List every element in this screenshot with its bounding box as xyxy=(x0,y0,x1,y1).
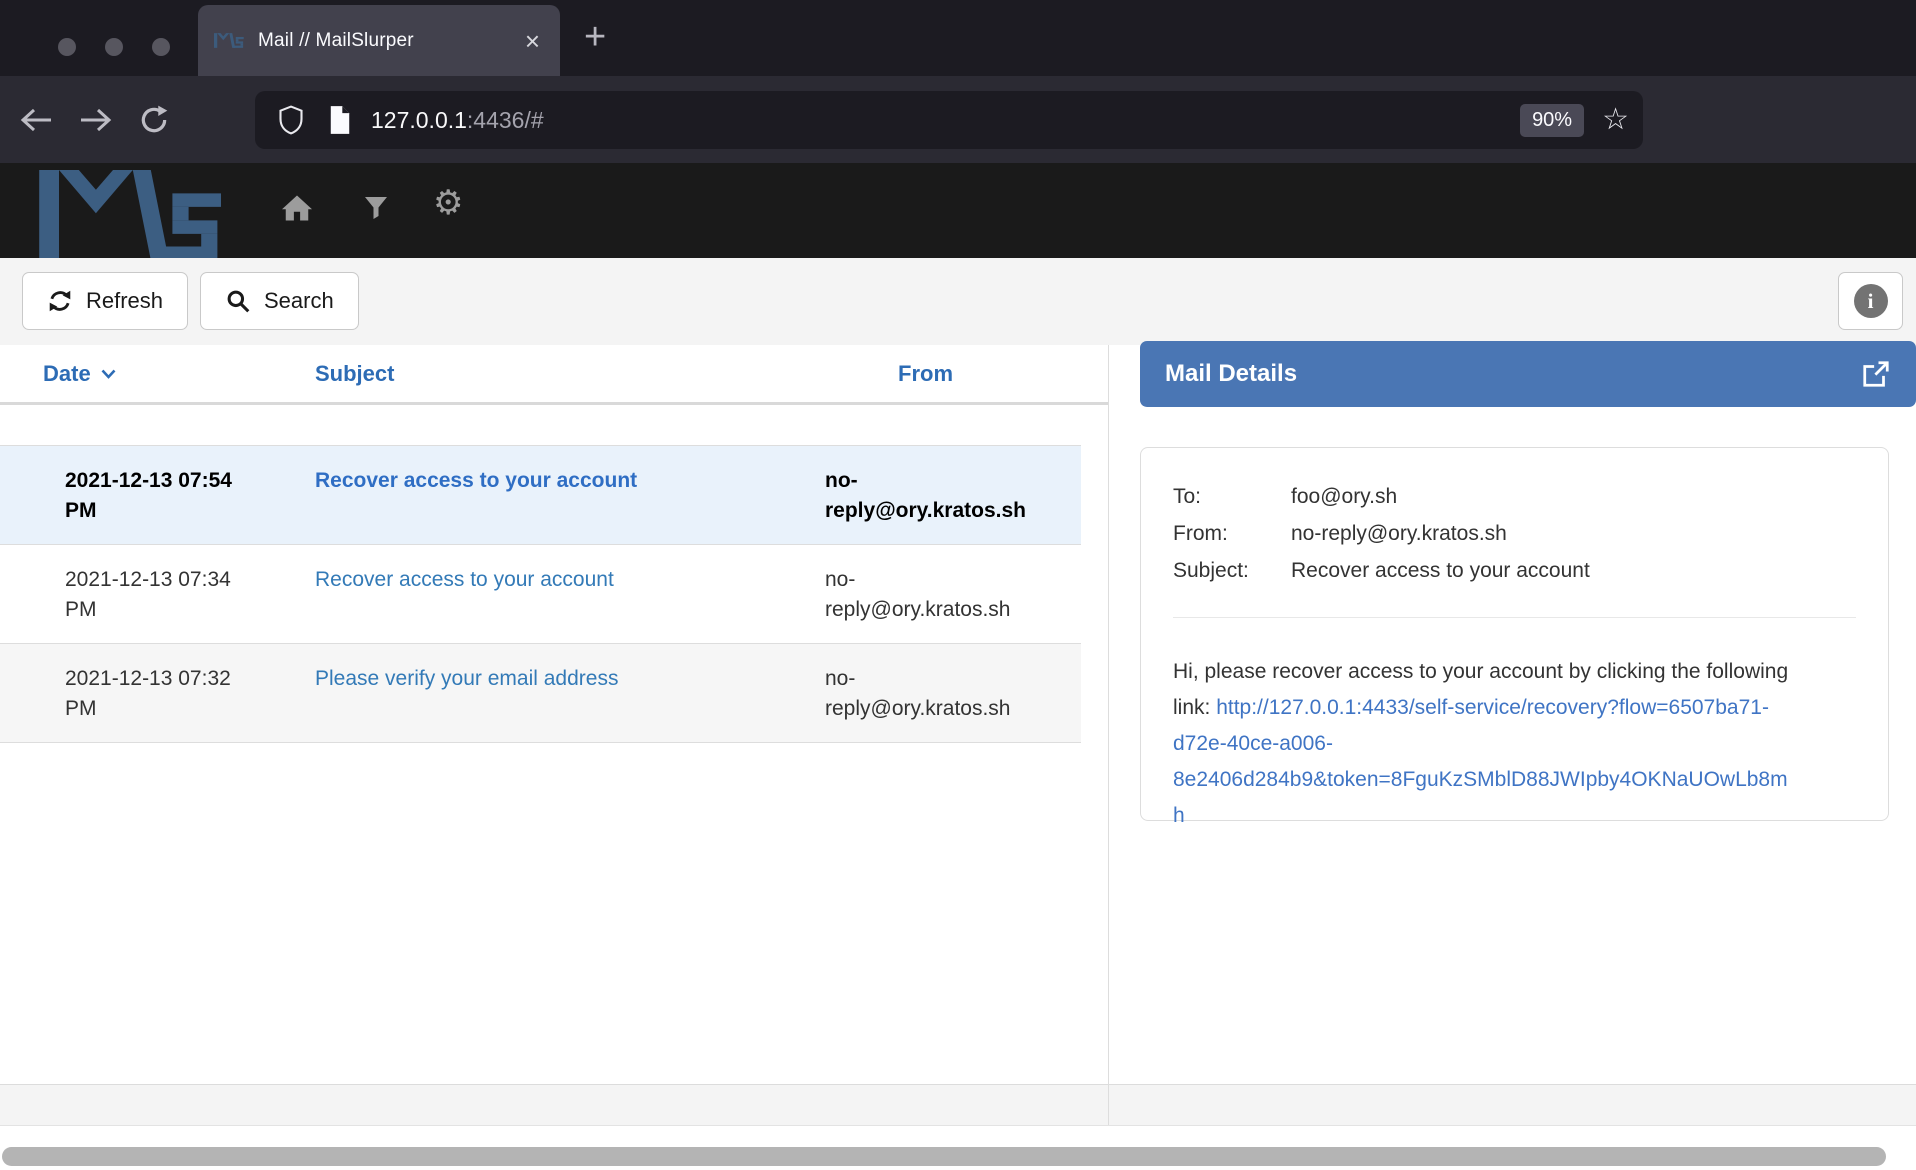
from-value: no-reply@ory.kratos.sh xyxy=(1291,515,1856,552)
mail-row[interactable]: 2021-12-13 07:34 PM Recover access to yo… xyxy=(0,544,1081,643)
browser-toolbar: 127.0.0.1:4436/# 90% ☆ » xyxy=(0,76,1916,163)
to-value: foo@ory.sh xyxy=(1291,478,1856,515)
refresh-button[interactable]: Refresh xyxy=(22,272,188,330)
details-divider xyxy=(1173,617,1856,618)
url-host: 127.0.0.1 xyxy=(371,107,467,133)
gear-icon: ⚙ xyxy=(433,184,463,222)
zoom-level-badge[interactable]: 90% xyxy=(1520,104,1584,137)
detail-to-row: To: foo@ory.sh xyxy=(1173,478,1856,515)
column-header-subject: Subject xyxy=(265,361,823,387)
mailslurper-favicon xyxy=(214,33,244,48)
back-arrow-icon xyxy=(19,107,53,133)
detail-from-row: From: no-reply@ory.kratos.sh xyxy=(1173,515,1856,552)
mail-date: 2021-12-13 07:34 PM xyxy=(0,545,265,643)
horizontal-scrollbar-track xyxy=(0,1125,1916,1170)
home-nav-button[interactable] xyxy=(282,193,312,223)
address-bar[interactable]: 127.0.0.1:4436/# 90% ☆ xyxy=(255,91,1643,149)
page-footer-gap xyxy=(0,1086,1916,1125)
mail-details-title: Mail Details xyxy=(1165,360,1861,388)
mail-rows: 2021-12-13 07:54 PM Recover access to yo… xyxy=(0,445,1081,743)
settings-nav-button[interactable]: ⚙ xyxy=(433,186,463,220)
horizontal-scrollbar-thumb[interactable] xyxy=(2,1147,1886,1166)
detail-subject-row: Subject: Recover access to your account xyxy=(1173,552,1856,589)
page-icon[interactable] xyxy=(327,105,353,135)
column-header-from: From xyxy=(823,361,1108,387)
mail-row[interactable]: 2021-12-13 07:32 PM Please verify your e… xyxy=(0,643,1081,742)
url-port-path: :4436/# xyxy=(467,107,544,133)
filter-icon xyxy=(364,196,388,220)
subject-label: Subject: xyxy=(1173,552,1291,589)
mail-subject-link[interactable]: Recover access to your account xyxy=(315,469,637,492)
browser-window: Mail // MailSlurper × + xyxy=(0,0,1916,1170)
mailslurper-logo xyxy=(35,170,227,260)
forward-arrow-icon xyxy=(79,107,113,133)
tab-close-icon[interactable]: × xyxy=(521,28,544,54)
mail-from: no-reply@ory.kratos.sh xyxy=(823,644,1081,742)
browser-tab-bar: Mail // MailSlurper × + xyxy=(0,0,1916,76)
back-button[interactable] xyxy=(14,98,58,142)
bookmark-star-icon[interactable]: ☆ xyxy=(1602,105,1629,135)
mail-date: 2021-12-13 07:32 PM xyxy=(0,644,265,742)
mail-row[interactable]: 2021-12-13 07:54 PM Recover access to yo… xyxy=(0,445,1081,544)
tab-title: Mail // MailSlurper xyxy=(258,30,521,52)
search-button[interactable]: Search xyxy=(200,272,359,330)
subject-value: Recover access to your account xyxy=(1291,552,1856,589)
url-text: 127.0.0.1:4436/# xyxy=(371,107,544,134)
window-control-dot[interactable] xyxy=(152,38,170,56)
mail-subject-link[interactable]: Please verify your email address xyxy=(315,667,618,690)
open-external-icon[interactable] xyxy=(1861,359,1891,389)
search-icon xyxy=(225,288,251,314)
browser-tab[interactable]: Mail // MailSlurper × xyxy=(198,5,560,76)
window-control-dot[interactable] xyxy=(105,38,123,56)
mail-body: Hi, please recover access to your accoun… xyxy=(1173,654,1793,834)
reload-icon xyxy=(138,104,170,136)
reload-button[interactable] xyxy=(132,98,176,142)
mailslurper-navbar: ⚙ xyxy=(0,163,1916,258)
filter-nav-button[interactable] xyxy=(364,196,388,220)
forward-button[interactable] xyxy=(74,98,118,142)
home-icon xyxy=(282,193,312,223)
mail-details-card: To: foo@ory.sh From: no-reply@ory.kratos… xyxy=(1140,447,1889,821)
recovery-link[interactable]: http://127.0.0.1:4433/self-service/recov… xyxy=(1173,696,1788,827)
mail-from: no-reply@ory.kratos.sh xyxy=(823,446,1081,544)
sort-chevron-down-icon xyxy=(101,369,116,379)
to-label: To: xyxy=(1173,478,1291,515)
panel-divider xyxy=(1108,345,1109,1125)
app-toolbar: Refresh Search i xyxy=(0,258,1916,345)
mail-from: no-reply@ory.kratos.sh xyxy=(823,545,1081,643)
shield-icon[interactable] xyxy=(277,104,305,136)
mail-list: Date Subject From 2021-12-13 07:54 PM Re… xyxy=(0,345,1108,743)
from-label: From: xyxy=(1173,515,1291,552)
mail-date: 2021-12-13 07:54 PM xyxy=(0,446,265,544)
mail-details-header: Mail Details xyxy=(1140,341,1916,407)
refresh-label: Refresh xyxy=(86,288,163,314)
window-control-dot[interactable] xyxy=(58,38,76,56)
info-button[interactable]: i xyxy=(1838,272,1903,330)
new-tab-button[interactable]: + xyxy=(584,18,606,56)
info-icon: i xyxy=(1854,284,1888,318)
refresh-icon xyxy=(47,288,73,314)
mail-list-header: Date Subject From xyxy=(0,345,1108,405)
mail-subject-link[interactable]: Recover access to your account xyxy=(315,568,614,591)
search-label: Search xyxy=(264,288,334,314)
window-controls[interactable] xyxy=(58,38,170,56)
column-header-date[interactable]: Date xyxy=(0,361,265,387)
